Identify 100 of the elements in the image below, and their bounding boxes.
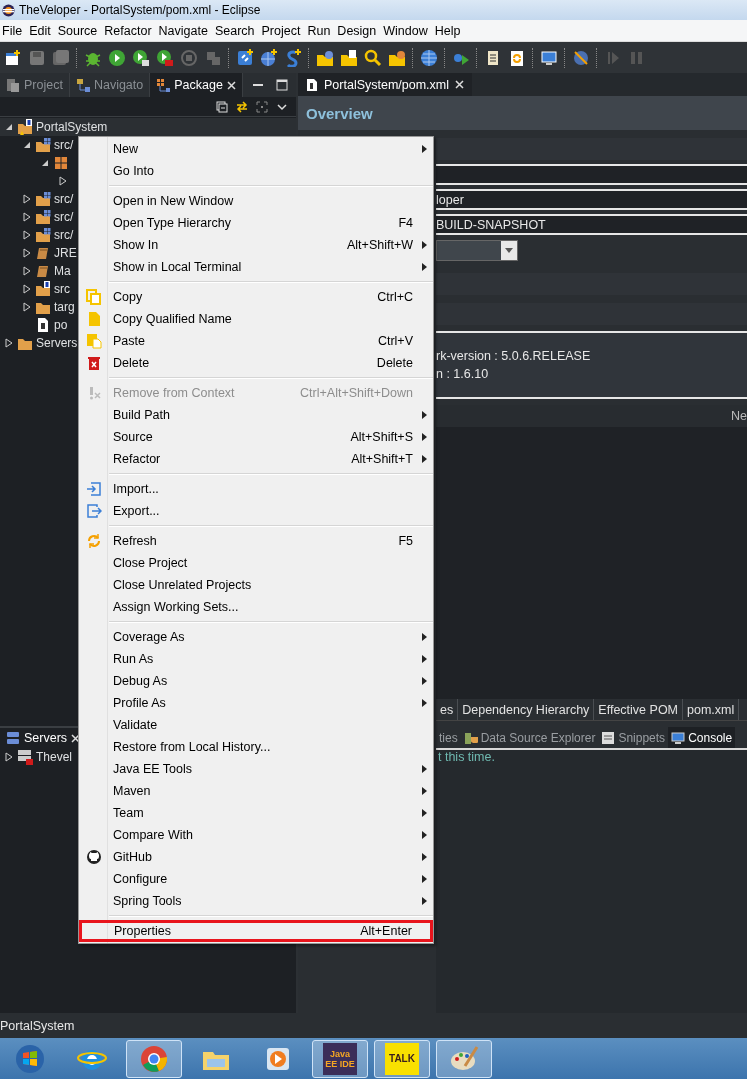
menu-item[interactable]: Team [79, 802, 433, 824]
menu-item[interactable]: GitHub [79, 846, 433, 868]
collapsed-arrow-icon[interactable] [22, 284, 32, 294]
menu-item[interactable]: Coverage As [79, 626, 433, 648]
menu-item[interactable]: Debug As [79, 670, 433, 692]
taskbar-button[interactable]: TALK [374, 1039, 430, 1078]
input-field[interactable]: loper [436, 189, 747, 210]
menu-item[interactable]: Go Into [79, 160, 433, 182]
tree-item[interactable]: src [54, 282, 70, 296]
menu-item[interactable]: Maven [79, 780, 433, 802]
view-tab[interactable]: Console [668, 727, 736, 748]
globe-icon[interactable] [420, 48, 438, 67]
tree-item[interactable]: targ [54, 300, 75, 314]
menu-item[interactable]: Paste Ctrl+V [79, 330, 433, 352]
menu-item[interactable]: Show In Alt+Shift+W [79, 234, 433, 256]
menu-item[interactable]: Navigate [156, 23, 213, 38]
menu-item[interactable]: Close Unrelated Projects [79, 574, 433, 596]
menu-item[interactable]: Open Type Hierarchy F4 [79, 212, 433, 234]
close-icon[interactable] [226, 80, 236, 90]
menu-item[interactable]: File [0, 23, 28, 38]
input-field[interactable]: BUILD-SNAPSHOT [436, 214, 747, 235]
tree-item[interactable]: Ma [54, 264, 71, 278]
expanded-arrow-icon[interactable] [22, 140, 32, 150]
editor-tab[interactable]: PortalSystem/pom.xml [298, 73, 473, 96]
new-file-icon[interactable] [4, 48, 22, 67]
menu-item[interactable]: Show in Local Terminal [79, 256, 433, 278]
tree-item[interactable]: src/ [54, 228, 74, 242]
menu-item[interactable]: Refactor [102, 23, 157, 38]
menu-item[interactable]: Properties Alt+Enter [79, 920, 433, 942]
close-icon[interactable] [71, 733, 81, 743]
close-icon[interactable] [455, 80, 465, 89]
collapsed-arrow-icon[interactable] [22, 266, 32, 276]
dropdown[interactable] [436, 240, 518, 261]
collapsed-arrow-icon[interactable] [22, 230, 32, 240]
view-tab[interactable]: Snippets [598, 727, 669, 748]
view-tab[interactable]: Package [150, 73, 243, 97]
run-server-icon[interactable] [156, 48, 174, 67]
menu-item[interactable]: Source Alt+Shift+S [79, 426, 433, 448]
menu-item[interactable]: Java EE Tools [79, 758, 433, 780]
collapsed-arrow-icon[interactable] [4, 338, 14, 348]
menu-item[interactable]: Assign Working Sets... [79, 596, 433, 618]
view-tab[interactable]: Data Source Explorer [460, 727, 599, 748]
expanded-arrow-icon[interactable] [4, 122, 14, 132]
menu-item[interactable]: Refresh F5 [79, 530, 433, 552]
menu-item[interactable]: Copy Ctrl+C [79, 286, 433, 308]
menu-item[interactable]: Project [259, 23, 306, 38]
menu-item[interactable]: Help [432, 23, 466, 38]
save-icon[interactable] [28, 48, 46, 67]
menu-item[interactable]: New [79, 138, 433, 160]
menu-item[interactable]: Compare With [79, 824, 433, 846]
editor-page-tab[interactable]: pom.xml [683, 699, 740, 720]
collapsed-arrow-icon[interactable] [22, 248, 32, 258]
run-config-icon[interactable] [132, 48, 150, 67]
run-icon[interactable] [108, 48, 126, 67]
menu-item[interactable]: Export... [79, 500, 433, 522]
menu-item[interactable]: Edit [27, 23, 56, 38]
expanded-arrow-icon[interactable] [40, 158, 50, 168]
collapse-all-icon[interactable] [216, 100, 228, 113]
link-icon[interactable] [236, 100, 248, 113]
search-icon[interactable] [364, 48, 382, 67]
menu-item[interactable]: Design [335, 23, 382, 38]
menu-item[interactable]: Build Path [79, 404, 433, 426]
menu-item[interactable]: Open in New Window [79, 190, 433, 212]
menu-item[interactable]: Import... [79, 478, 433, 500]
menu-item[interactable]: Search [212, 23, 260, 38]
collapsed-arrow-icon[interactable] [4, 752, 14, 762]
menu-item[interactable]: Spring Tools [79, 890, 433, 912]
input-field[interactable] [436, 164, 747, 185]
folder-icon[interactable] [316, 48, 334, 67]
tree-item[interactable]: po [54, 318, 68, 332]
spring-plus-icon[interactable] [284, 48, 302, 67]
taskbar-button[interactable]: Java EE IDE [312, 1039, 368, 1078]
menu-item[interactable]: Window [381, 23, 433, 38]
menu-item[interactable]: Copy Qualified Name [79, 308, 433, 330]
tree-item[interactable]: src/ [54, 210, 74, 224]
maximize-icon[interactable] [276, 79, 288, 91]
editor-page-tab[interactable]: es [436, 699, 459, 720]
tree-item[interactable]: src/ [54, 138, 74, 152]
save-all-icon[interactable] [52, 48, 70, 67]
menu-item[interactable]: Close Project [79, 552, 433, 574]
menu-item[interactable]: Source [55, 23, 103, 38]
open-folder-icon[interactable] [340, 48, 358, 67]
monitor-icon[interactable] [540, 48, 558, 67]
menu-item[interactable]: Delete Delete [79, 352, 433, 374]
editor-page-tab[interactable]: Dependency Hierarchy [458, 699, 595, 720]
menu-item[interactable]: Profile As [79, 692, 433, 714]
view-tab[interactable]: Project [0, 73, 70, 97]
collapsed-arrow-icon[interactable] [58, 176, 68, 186]
folder-icon[interactable] [388, 48, 406, 67]
tree-item[interactable]: src/ [54, 192, 74, 206]
view-tab[interactable]: ties [436, 727, 461, 748]
collapsed-arrow-icon[interactable] [22, 302, 32, 312]
taskbar-button[interactable] [126, 1039, 182, 1078]
sync-icon[interactable] [508, 48, 526, 67]
menu-item[interactable]: Run As [79, 648, 433, 670]
tree-item[interactable]: Servers [36, 336, 78, 350]
collapsed-arrow-icon[interactable] [22, 194, 32, 204]
new-server-icon[interactable] [236, 48, 254, 67]
tree-item[interactable]: PortalSystem [36, 120, 108, 134]
menu-item[interactable]: Configure [79, 868, 433, 890]
